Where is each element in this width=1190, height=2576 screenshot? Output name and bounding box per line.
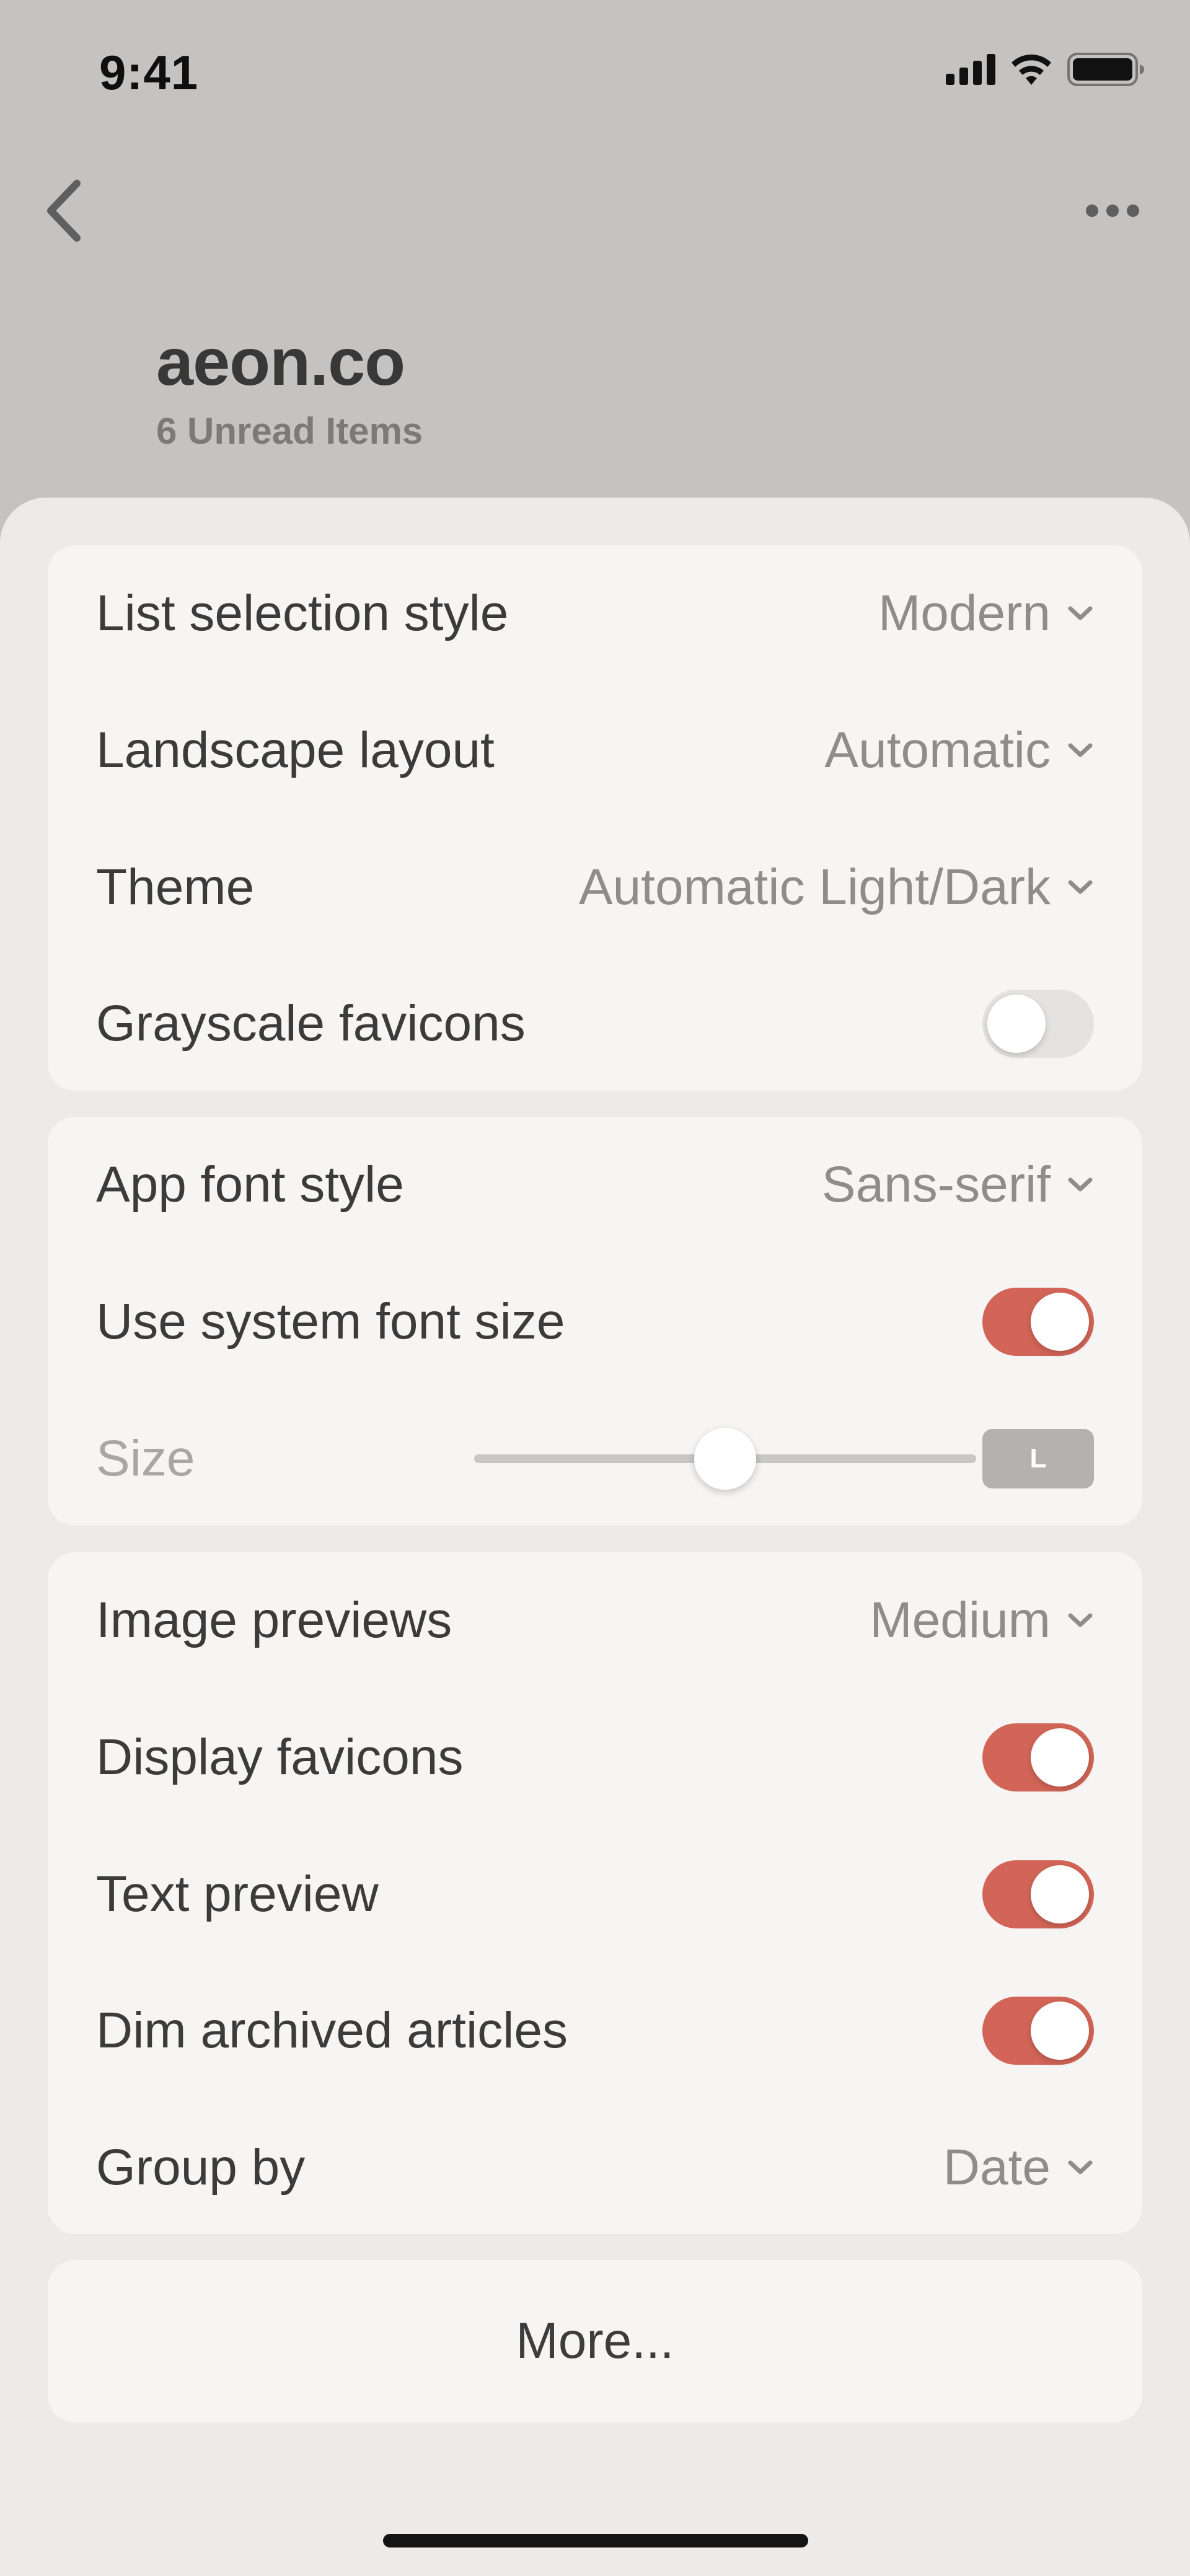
- theme-value: Automatic Light/Dark: [578, 859, 1051, 915]
- feed-unread-count: 6 Unread Items: [156, 410, 423, 452]
- toggle-knob: [1031, 1865, 1089, 1923]
- appearance-settings-group: List selection style Modern Landscape la…: [48, 545, 1142, 1091]
- slider-thumb[interactable]: [694, 1428, 756, 1490]
- font-settings-group: App font style Sans-serif Use system fon…: [48, 1117, 1142, 1526]
- list-settings-group: Image previews Medium Display favicons T…: [48, 1552, 1142, 2234]
- toggle-knob: [987, 995, 1046, 1053]
- list-selection-style-select[interactable]: Modern: [878, 584, 1094, 643]
- group-by-label: Group by: [96, 2139, 306, 2196]
- landscape-layout-row[interactable]: Landscape layout Automatic: [96, 716, 1094, 785]
- use-system-font-size-label: Use system font size: [96, 1293, 565, 1350]
- grayscale-favicons-row: Grayscale favicons: [96, 990, 1094, 1058]
- chevron-down-icon: [1067, 1176, 1094, 1193]
- grayscale-favicons-label: Grayscale favicons: [96, 995, 526, 1052]
- font-size-badge: L: [982, 1429, 1094, 1488]
- use-system-font-size-toggle[interactable]: [982, 1288, 1094, 1356]
- more-settings-button[interactable]: More...: [48, 2260, 1142, 2422]
- battery-icon: [1067, 53, 1144, 86]
- chevron-down-icon: [1067, 742, 1094, 759]
- navigation-bar: [0, 155, 1190, 266]
- app-font-style-select[interactable]: Sans-serif: [822, 1156, 1094, 1214]
- status-icons: [946, 52, 1145, 87]
- ellipsis-icon: [1086, 204, 1139, 217]
- image-previews-value: Medium: [870, 1592, 1051, 1648]
- landscape-layout-value: Automatic: [824, 722, 1051, 778]
- display-favicons-toggle[interactable]: [982, 1723, 1094, 1791]
- back-button[interactable]: [30, 174, 98, 248]
- font-size-row: Size L: [96, 1425, 1094, 1493]
- app-font-style-label: App font style: [96, 1156, 404, 1213]
- group-by-value: Date: [943, 2139, 1051, 2196]
- landscape-layout-label: Landscape layout: [96, 722, 495, 778]
- use-system-font-size-row: Use system font size: [96, 1288, 1094, 1356]
- list-selection-style-value: Modern: [878, 585, 1051, 641]
- feed-header: aeon.co 6 Unread Items: [156, 328, 423, 450]
- wifi-icon: [1011, 55, 1051, 85]
- text-preview-toggle[interactable]: [982, 1860, 1094, 1928]
- theme-select[interactable]: Automatic Light/Dark: [579, 858, 1094, 917]
- status-bar: 9:41: [0, 0, 1190, 149]
- landscape-layout-select[interactable]: Automatic: [824, 721, 1094, 780]
- display-favicons-row: Display favicons: [96, 1723, 1094, 1791]
- text-preview-label: Text preview: [96, 1866, 379, 1922]
- image-previews-label: Image previews: [96, 1592, 452, 1648]
- dim-archived-articles-row: Dim archived articles: [96, 1997, 1094, 2065]
- chevron-down-icon: [1067, 1612, 1094, 1629]
- theme-row[interactable]: Theme Automatic Light/Dark: [96, 853, 1094, 921]
- theme-label: Theme: [96, 859, 255, 915]
- dim-archived-articles-label: Dim archived articles: [96, 2002, 568, 2059]
- chevron-down-icon: [1067, 2159, 1094, 2176]
- text-preview-row: Text preview: [96, 1860, 1094, 1928]
- image-previews-row[interactable]: Image previews Medium: [96, 1586, 1094, 1655]
- display-favicons-label: Display favicons: [96, 1729, 464, 1785]
- group-by-select[interactable]: Date: [943, 2139, 1094, 2197]
- chevron-left-icon: [47, 180, 81, 242]
- font-size-slider[interactable]: [474, 1425, 976, 1493]
- chevron-down-icon: [1067, 879, 1094, 896]
- toggle-knob: [1031, 1728, 1089, 1787]
- grayscale-favicons-toggle[interactable]: [982, 990, 1094, 1058]
- more-options-button[interactable]: [1072, 174, 1153, 248]
- chevron-down-icon: [1067, 605, 1094, 622]
- font-size-label: Size: [96, 1430, 195, 1487]
- status-time: 9:41: [99, 45, 199, 100]
- app-font-style-row[interactable]: App font style Sans-serif: [96, 1151, 1094, 1219]
- list-selection-style-row[interactable]: List selection style Modern: [96, 579, 1094, 648]
- home-indicator[interactable]: [383, 2534, 808, 2547]
- feed-title: aeon.co: [156, 324, 405, 399]
- app-font-style-value: Sans-serif: [821, 1156, 1051, 1213]
- group-by-row[interactable]: Group by Date: [96, 2134, 1094, 2202]
- dim-archived-articles-toggle[interactable]: [982, 1997, 1094, 2065]
- toggle-knob: [1031, 2002, 1089, 2060]
- toggle-knob: [1031, 1293, 1089, 1351]
- cellular-signal-icon: [946, 54, 995, 85]
- image-previews-select[interactable]: Medium: [870, 1591, 1094, 1650]
- list-selection-style-label: List selection style: [96, 585, 509, 641]
